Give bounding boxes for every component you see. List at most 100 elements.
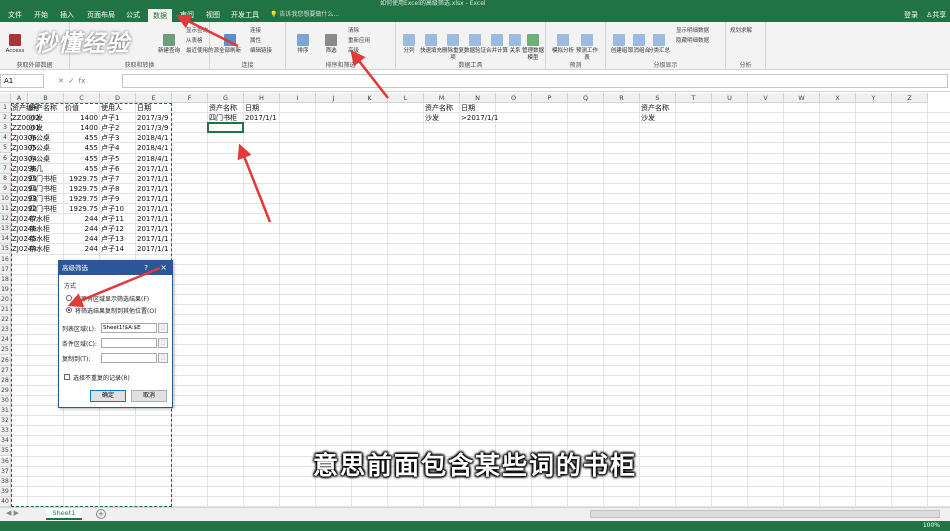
row-header[interactable]: 30 — [0, 395, 11, 406]
column-header[interactable]: E — [136, 93, 172, 103]
sort-button[interactable]: 排序 — [292, 34, 314, 55]
column-header[interactable]: J — [316, 93, 352, 103]
name-box[interactable]: A1 — [0, 74, 44, 88]
clear-filter-link[interactable]: 清除 — [348, 26, 359, 34]
from-table-link[interactable]: 从表格 — [186, 36, 203, 44]
tab-insert[interactable]: 插入 — [56, 8, 78, 22]
fx-icon[interactable]: fx — [79, 77, 86, 85]
column-header[interactable]: X — [820, 93, 856, 103]
new-query-button[interactable]: 新建查询 — [154, 34, 184, 55]
criteria-value-cell[interactable]: 2017/1/1 — [244, 113, 300, 123]
flash-fill-button[interactable]: 快速填充 — [420, 34, 442, 55]
column-header[interactable]: Z — [892, 93, 928, 103]
reapply-link[interactable]: 重新应用 — [348, 36, 370, 44]
criteria-value-cell[interactable]: >2017/1/1 — [460, 113, 516, 123]
tab-review[interactable]: 审阅 — [176, 8, 198, 22]
advanced-filter-link[interactable]: 高级 — [348, 46, 359, 54]
table-cell[interactable]: 2018/4/1 — [136, 143, 192, 153]
row-header[interactable]: 34 — [0, 436, 11, 447]
table-cell[interactable]: 1929.75 — [64, 204, 99, 214]
table-cell[interactable]: 455 — [64, 133, 99, 143]
close-button[interactable]: × — [160, 261, 167, 275]
row-header[interactable]: 14 — [0, 234, 11, 245]
row-header[interactable]: 6 — [0, 153, 11, 164]
column-header[interactable]: Y — [856, 93, 892, 103]
table-cell[interactable]: 2017/1/1 — [136, 214, 192, 224]
column-header[interactable]: K — [352, 93, 388, 103]
list-range-picker-icon[interactable]: ⬚ — [158, 323, 168, 333]
column-header[interactable]: A — [11, 93, 28, 103]
row-header[interactable]: 22 — [0, 315, 11, 326]
row-header[interactable]: 16 — [0, 254, 11, 265]
row-header[interactable]: 21 — [0, 305, 11, 315]
row-header[interactable]: 9 — [0, 183, 11, 194]
group-button[interactable]: 创建组 — [608, 34, 630, 55]
table-cell[interactable]: 244 — [64, 244, 99, 254]
row-header[interactable]: 2 — [0, 113, 11, 124]
share-button[interactable]: ♙共享 — [926, 8, 946, 22]
table-cell[interactable]: 2017/3/9 — [136, 113, 192, 123]
hide-detail-link[interactable]: 隐藏明细数据 — [676, 36, 709, 44]
column-header[interactable]: M — [424, 93, 460, 103]
column-header[interactable]: N — [460, 93, 496, 103]
table-cell[interactable]: 2018/4/1 — [136, 133, 192, 143]
row-header[interactable]: 27 — [0, 365, 11, 376]
column-header[interactable]: Q — [568, 93, 604, 103]
table-header-cell[interactable]: 日期 — [136, 103, 192, 113]
table-cell[interactable]: 2017/3/9 — [136, 123, 192, 133]
cancel-button[interactable]: 取消 — [131, 390, 167, 402]
table-cell[interactable]: 2018/4/1 — [136, 154, 192, 164]
column-header[interactable]: H — [244, 93, 280, 103]
table-cell[interactable]: 2017/1/1 — [136, 224, 192, 234]
table-cell[interactable]: 1929.75 — [64, 174, 99, 184]
ungroup-button[interactable]: 取消组合 — [628, 34, 650, 55]
unique-records-checkbox[interactable] — [64, 374, 70, 380]
tab-data[interactable]: 数据 — [148, 9, 172, 22]
horizontal-scrollbar[interactable] — [590, 510, 940, 518]
row-header[interactable]: 12 — [0, 214, 11, 225]
active-cell[interactable] — [207, 122, 244, 134]
solver-link[interactable]: 规划求解 — [730, 26, 752, 34]
table-cell[interactable]: 2017/1/1 — [136, 244, 192, 254]
tab-page-layout[interactable]: 页面布局 — [84, 8, 118, 22]
properties-link[interactable]: 属性 — [250, 36, 261, 44]
column-header[interactable]: C — [64, 93, 100, 103]
connections-link[interactable]: 连接 — [250, 26, 261, 34]
copy-to-input[interactable] — [101, 353, 157, 363]
row-header[interactable]: 23 — [0, 325, 11, 336]
row-header[interactable]: 8 — [0, 173, 11, 184]
table-cell[interactable]: 1400 — [64, 113, 99, 123]
select-all-corner[interactable] — [0, 93, 11, 103]
text-to-columns-button[interactable]: 分列 — [398, 34, 420, 55]
criteria-range-picker-icon[interactable]: ⬚ — [158, 338, 168, 348]
column-header[interactable]: S — [640, 93, 676, 103]
column-header[interactable]: L — [388, 93, 424, 103]
table-cell[interactable]: 2017/1/1 — [136, 184, 192, 194]
table-cell[interactable]: 2017/1/1 — [136, 204, 192, 214]
column-header[interactable]: W — [784, 93, 820, 103]
row-header[interactable]: 4 — [0, 133, 11, 144]
table-cell[interactable]: 2017/1/1 — [136, 194, 192, 204]
criteria-header-cell[interactable]: 日期 — [244, 103, 300, 113]
column-header[interactable]: D — [100, 93, 136, 103]
list-range-input[interactable]: Sheet1!$A:$E — [101, 323, 157, 333]
access-button[interactable]: Access — [4, 34, 26, 55]
row-header[interactable]: 25 — [0, 345, 11, 356]
tab-formulas[interactable]: 公式 — [122, 8, 144, 22]
row-header[interactable]: 20 — [0, 294, 11, 305]
column-header[interactable]: O — [496, 93, 532, 103]
row-header[interactable]: 26 — [0, 355, 11, 366]
show-query-link[interactable]: 显示查询 — [186, 26, 208, 34]
remove-duplicates-button[interactable]: 删除重复项 — [442, 34, 464, 62]
table-cell[interactable]: 455 — [64, 154, 99, 164]
table-cell[interactable]: 2017/1/1 — [136, 234, 192, 244]
unique-records-label[interactable]: 选择不重复的记录(R) — [73, 373, 130, 382]
column-header[interactable]: I — [280, 93, 316, 103]
help-button[interactable]: ? — [144, 261, 148, 275]
row-header[interactable]: 29 — [0, 385, 11, 396]
subtotal-button[interactable]: 分类汇总 — [648, 34, 670, 55]
column-header[interactable]: U — [712, 93, 748, 103]
data-validation-button[interactable]: 数据验证 — [464, 34, 486, 55]
filter-button[interactable]: 筛选 — [320, 34, 342, 55]
row-header[interactable]: 11 — [0, 204, 11, 214]
